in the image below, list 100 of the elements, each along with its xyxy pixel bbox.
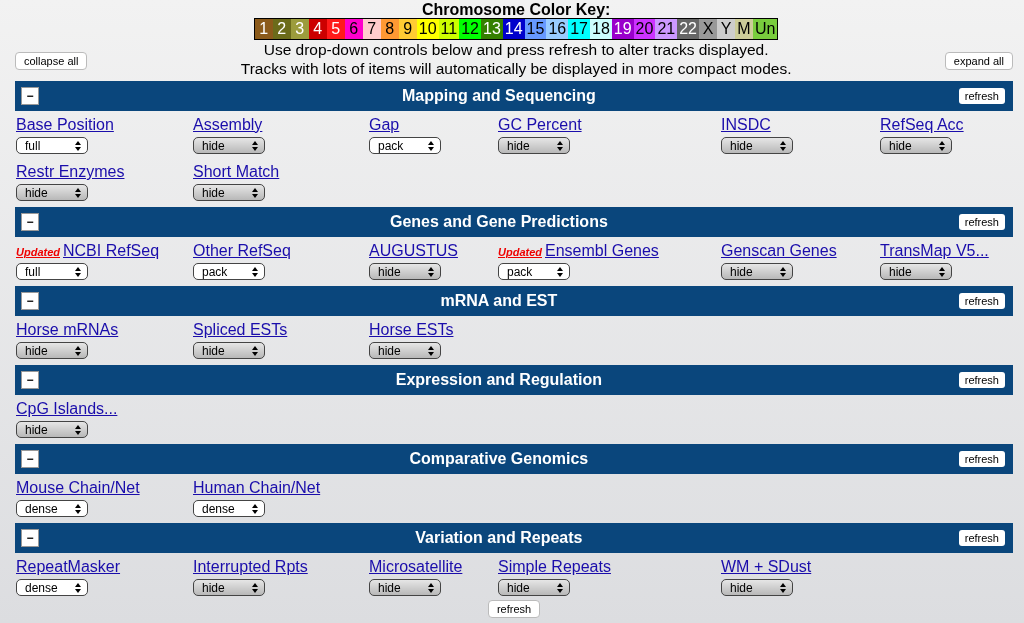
track-mode-dropdown[interactable]: hide — [721, 137, 793, 154]
track-mode-dropdown[interactable]: full — [16, 137, 88, 154]
dropdown-arrows-icon — [428, 345, 434, 356]
track-mode-dropdown[interactable]: hide — [16, 184, 88, 201]
refresh-button[interactable]: refresh — [958, 372, 1005, 388]
track-link[interactable]: Mouse Chain/Net — [16, 478, 140, 498]
track-link[interactable]: INSDC — [721, 115, 771, 135]
chromosome-swatch: 22 — [677, 19, 699, 39]
collapse-toggle-button[interactable]: − — [21, 450, 39, 468]
chromosome-swatch: 21 — [655, 19, 678, 39]
track-link[interactable]: Other RefSeq — [193, 241, 291, 261]
track-mode-dropdown[interactable]: hide — [498, 137, 570, 154]
track-link[interactable]: Base Position — [16, 115, 114, 135]
dropdown-arrows-icon — [252, 140, 258, 151]
track-mode-dropdown[interactable]: hide — [721, 263, 793, 280]
chromosome-swatch: 12 — [459, 19, 481, 39]
collapse-toggle-button[interactable]: − — [21, 529, 39, 547]
track-link[interactable]: NCBI RefSeq — [63, 241, 160, 261]
dropdown-arrows-icon — [557, 140, 563, 151]
track-mode-dropdown[interactable]: hide — [193, 579, 265, 596]
section-title: Variation and Repeats — [414, 529, 584, 547]
track-mode-dropdown[interactable]: hide — [369, 342, 441, 359]
track-link[interactable]: Assembly — [193, 115, 263, 135]
dropdown-arrows-icon — [780, 140, 786, 151]
chromosome-swatch: 14 — [502, 19, 525, 39]
chromosome-swatch: 10 — [416, 19, 439, 39]
instruction-text: Tracks with lots of items will automatically be displayed in more compact modes. — [240, 59, 792, 78]
track-link[interactable]: Horse ESTs — [369, 320, 454, 340]
track-mode-dropdown[interactable]: hide — [880, 137, 952, 154]
chromosome-swatch: 11 — [438, 19, 460, 39]
track-link[interactable]: Ensembl Genes — [545, 241, 659, 261]
dropdown-arrows-icon — [939, 140, 945, 151]
collapse-toggle-button[interactable]: − — [21, 87, 39, 105]
chromosome-swatch: Un — [753, 19, 778, 39]
dropdown-arrows-icon — [75, 503, 81, 514]
dropdown-arrows-icon — [780, 582, 786, 593]
track-link[interactable]: WM + SDust — [721, 557, 812, 577]
dropdown-arrows-icon — [252, 503, 258, 514]
track-link[interactable]: GC Percent — [498, 115, 582, 135]
refresh-button[interactable]: refresh — [487, 600, 541, 618]
refresh-button[interactable]: refresh — [958, 293, 1005, 309]
track-link[interactable]: Microsatellite — [369, 557, 463, 577]
track-link[interactable]: Human Chain/Net — [193, 478, 321, 498]
track-link[interactable]: RepeatMasker — [16, 557, 121, 577]
track-mode-dropdown[interactable]: dense — [16, 500, 88, 517]
dropdown-arrows-icon — [75, 266, 81, 277]
track-mode-dropdown[interactable]: pack — [498, 263, 570, 280]
refresh-button[interactable]: refresh — [958, 530, 1005, 546]
dropdown-arrows-icon — [252, 345, 258, 356]
track-link[interactable]: Genscan Genes — [721, 241, 837, 261]
track-mode-dropdown[interactable]: hide — [193, 342, 265, 359]
collapse-toggle-button[interactable]: − — [21, 213, 39, 231]
track-mode-dropdown[interactable]: dense — [193, 500, 265, 517]
track-link[interactable]: CpG Islands... — [16, 399, 118, 419]
expand-all-button[interactable]: expand all — [944, 52, 1013, 70]
track-link[interactable]: Spliced ESTs — [193, 320, 288, 340]
track-mode-dropdown[interactable]: full — [16, 263, 88, 280]
collapse-all-button[interactable]: collapse all — [15, 52, 88, 70]
dropdown-arrows-icon — [252, 187, 258, 198]
refresh-button[interactable]: refresh — [958, 88, 1005, 104]
track-link[interactable]: Horse mRNAs — [16, 320, 119, 340]
dropdown-arrows-icon — [939, 266, 945, 277]
collapse-toggle-button[interactable]: − — [21, 371, 39, 389]
refresh-button[interactable]: refresh — [958, 214, 1005, 230]
section-title: Genes and Gene Predictions — [388, 213, 609, 231]
track-link[interactable]: AUGUSTUS — [369, 241, 458, 261]
track-link[interactable]: RefSeq Acc — [880, 115, 964, 135]
dropdown-arrows-icon — [428, 266, 434, 277]
dropdown-arrows-icon — [428, 582, 434, 593]
track-mode-dropdown[interactable]: hide — [369, 579, 441, 596]
dropdown-arrows-icon — [75, 582, 81, 593]
track-mode-dropdown[interactable]: hide — [16, 342, 88, 359]
color-key-title: Chromosome Color Key: — [421, 1, 611, 18]
track-mode-dropdown[interactable]: hide — [193, 137, 265, 154]
dropdown-arrows-icon — [75, 140, 81, 151]
track-mode-dropdown[interactable]: dense — [16, 579, 88, 596]
track-mode-dropdown[interactable]: pack — [193, 263, 265, 280]
refresh-button[interactable]: refresh — [958, 451, 1005, 467]
track-link[interactable]: Restr Enzymes — [16, 162, 125, 182]
track-link[interactable]: Simple Repeats — [498, 557, 611, 577]
track-mode-dropdown[interactable]: hide — [880, 263, 952, 280]
collapse-toggle-button[interactable]: − — [21, 292, 39, 310]
track-link[interactable]: TransMap V5... — [880, 241, 989, 261]
section-title: Mapping and Sequencing — [401, 87, 597, 105]
track-link[interactable]: Gap — [369, 115, 400, 135]
track-mode-dropdown[interactable]: hide — [16, 421, 88, 438]
track-mode-dropdown[interactable]: hide — [193, 184, 265, 201]
section-title: Expression and Regulation — [394, 371, 603, 389]
updated-label: Updated — [16, 246, 60, 258]
track-link[interactable]: Interrupted Rpts — [193, 557, 308, 577]
updated-label: Updated — [498, 246, 542, 258]
section-title: mRNA and EST — [439, 292, 559, 310]
track-mode-dropdown[interactable]: pack — [369, 137, 441, 154]
track-link[interactable]: Short Match — [193, 162, 280, 182]
track-mode-dropdown[interactable]: hide — [369, 263, 441, 280]
dropdown-arrows-icon — [252, 266, 258, 277]
track-mode-dropdown[interactable]: hide — [721, 579, 793, 596]
track-mode-dropdown[interactable]: hide — [498, 579, 570, 596]
dropdown-arrows-icon — [75, 424, 81, 435]
chromosome-swatch: 15 — [524, 19, 547, 39]
